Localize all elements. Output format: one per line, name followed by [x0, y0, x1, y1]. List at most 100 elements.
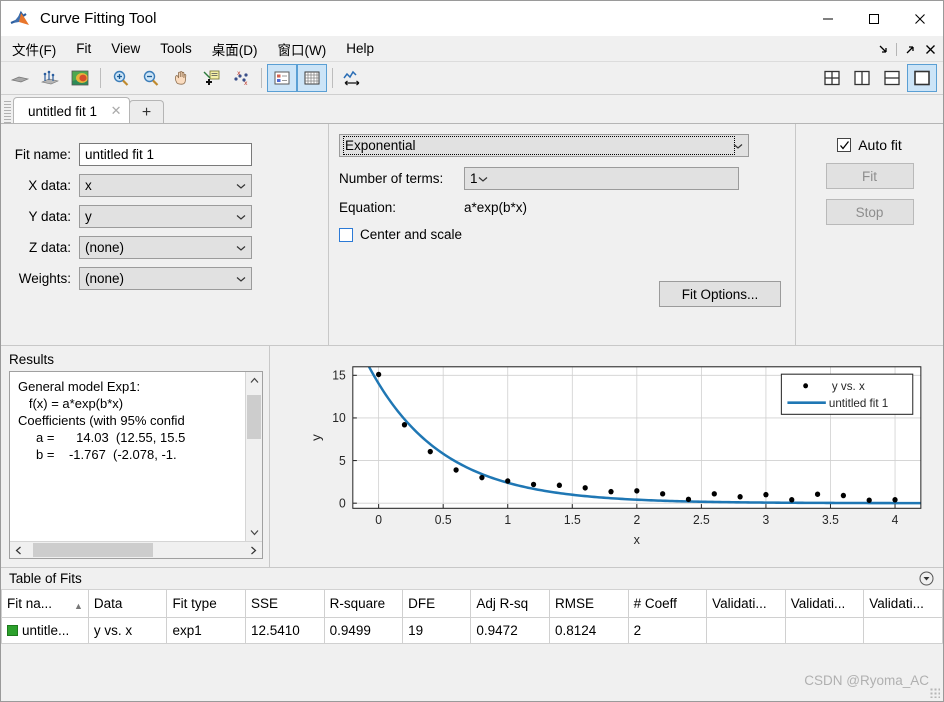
terms-label: Number of terms:: [339, 171, 444, 186]
terms-combo[interactable]: 1: [464, 167, 739, 190]
tab-close-icon[interactable]: ✕: [109, 103, 123, 119]
tab-untitled-fit-1[interactable]: untitled fit 1 ✕: [13, 97, 131, 124]
results-hscroll-thumb[interactable]: [33, 543, 153, 557]
z-data-label: Z data:: [28, 240, 71, 255]
table-cell[interactable]: 0.9499: [323, 616, 404, 644]
results-vscroll-thumb[interactable]: [247, 395, 261, 439]
svg-text:1.5: 1.5: [564, 513, 581, 527]
layout-vertical-icon[interactable]: [848, 65, 876, 91]
contour-plot-icon[interactable]: [66, 65, 94, 91]
weights-combo[interactable]: (none): [79, 267, 252, 290]
fits-column-header[interactable]: # Coeff: [627, 590, 708, 618]
fits-column-header[interactable]: Fit type: [166, 590, 247, 618]
table-cell[interactable]: exp1: [166, 616, 247, 644]
menu-tools[interactable]: Tools: [151, 38, 201, 59]
menu-help[interactable]: Help: [337, 38, 383, 59]
undock-arrow-icon[interactable]: [901, 40, 919, 58]
table-cell[interactable]: 2: [627, 616, 708, 644]
fits-column-header[interactable]: Adj R-sq: [470, 590, 550, 618]
zoom-out-icon[interactable]: [137, 65, 165, 91]
table-cell[interactable]: [784, 616, 865, 644]
table-cell[interactable]: 12.5410: [245, 616, 325, 644]
scroll-up-icon[interactable]: [246, 372, 262, 389]
collapse-icon[interactable]: [919, 571, 935, 587]
minimize-button[interactable]: [805, 1, 851, 36]
data-cursor-icon[interactable]: [197, 65, 225, 91]
svg-text:1: 1: [504, 513, 511, 527]
fits-column-header[interactable]: Validati...: [784, 590, 865, 618]
table-cell[interactable]: untitle...: [1, 616, 89, 644]
scroll-down-icon[interactable]: [246, 524, 262, 541]
pan-hand-icon[interactable]: [167, 65, 195, 91]
terms-value: 1: [470, 171, 478, 186]
window-controls: [805, 1, 943, 36]
y-data-combo[interactable]: y: [79, 205, 252, 228]
fit-type-combo[interactable]: Exponential: [339, 134, 749, 157]
table-cell[interactable]: y vs. x: [87, 616, 168, 644]
svg-text:5: 5: [339, 454, 346, 468]
x-data-value: x: [85, 178, 92, 193]
table-cell[interactable]: 0.8124: [548, 616, 629, 644]
stop-button[interactable]: Stop: [825, 199, 914, 225]
layout-single-icon[interactable]: [907, 64, 937, 92]
tab-bar-grip[interactable]: [4, 101, 11, 123]
scroll-left-icon[interactable]: [10, 542, 27, 558]
center-and-scale-checkbox[interactable]: [339, 227, 353, 242]
fits-table: Fit na... ▲ Data Fit type SSE R-square DFE Adj …: [1, 590, 943, 644]
tab-bar: untitled fit 1 ✕ +: [1, 95, 943, 124]
legend-toggle-icon[interactable]: [267, 64, 297, 92]
resize-grip[interactable]: [930, 688, 940, 698]
table-row[interactable]: untitle... y vs. x exp1 12.5410 0.9499 19 0.94…: [1, 616, 943, 644]
fits-column-header[interactable]: Fit na... ▲: [1, 590, 89, 618]
fit-type-value: Exponential: [343, 136, 735, 155]
fit-options-button[interactable]: Fit Options...: [659, 281, 781, 307]
fit-plot[interactable]: 0 0.5 1 1.5 2 2.5 3 3.5 4 0 5 10 15 x y y vs. x untitle…: [276, 352, 935, 559]
plot-panel[interactable]: 0 0.5 1 1.5 2 2.5 3 3.5 4 0 5 10 15 x y y vs. x untitle…: [269, 346, 943, 567]
panel-close-icon[interactable]: [921, 40, 939, 58]
table-cell[interactable]: 19: [402, 616, 472, 644]
fits-table-header-row: Fit na... ▲ Data Fit type SSE R-square DFE Adj …: [1, 590, 943, 618]
fits-column-header[interactable]: RMSE: [548, 590, 629, 618]
fits-column-header[interactable]: R-square: [323, 590, 404, 618]
chevron-down-icon: [236, 276, 246, 282]
x-data-combo[interactable]: x: [79, 174, 252, 197]
results-vertical-scrollbar[interactable]: [245, 372, 262, 541]
close-button[interactable]: [897, 1, 943, 36]
results-hscroll-track[interactable]: [27, 542, 245, 558]
fits-column-header[interactable]: Validati...: [863, 590, 943, 618]
layout-quad-icon[interactable]: [818, 65, 846, 91]
fits-column-header[interactable]: Validati...: [706, 590, 786, 618]
axis-limits-icon[interactable]: [339, 65, 367, 91]
table-cell[interactable]: 0.9472: [470, 616, 550, 644]
auto-fit-checkbox[interactable]: [837, 138, 852, 152]
auto-fit-row[interactable]: Auto fit: [796, 137, 943, 153]
grid-toggle-icon[interactable]: [297, 64, 327, 92]
table-cell[interactable]: [863, 616, 943, 644]
center-and-scale-row[interactable]: Center and scale: [339, 227, 795, 242]
auto-fit-label: Auto fit: [858, 137, 902, 153]
exclude-outliers-icon[interactable]: x x: [227, 65, 255, 91]
table-cell[interactable]: [706, 616, 786, 644]
results-vscroll-track[interactable]: [246, 389, 262, 524]
fits-column-header[interactable]: Data: [87, 590, 168, 618]
menu-fit[interactable]: Fit: [67, 38, 100, 59]
fit-name-input[interactable]: untitled fit 1: [79, 143, 252, 166]
maximize-button[interactable]: [851, 1, 897, 36]
scroll-right-icon[interactable]: [245, 542, 262, 558]
results-horizontal-scrollbar[interactable]: [10, 541, 262, 558]
layout-horizontal-icon[interactable]: [878, 65, 906, 91]
fits-column-header[interactable]: DFE: [402, 590, 472, 618]
zoom-in-icon[interactable]: [107, 65, 135, 91]
menu-desktop[interactable]: 桌面(D): [203, 36, 267, 62]
menu-window[interactable]: 窗口(W): [269, 36, 336, 62]
menu-file[interactable]: 文件(F): [3, 36, 65, 62]
fit-button[interactable]: Fit: [825, 163, 914, 189]
toolbar: x x: [1, 62, 943, 95]
dock-arrow-icon[interactable]: [874, 40, 892, 58]
menu-view[interactable]: View: [102, 38, 149, 59]
z-data-combo[interactable]: (none): [79, 236, 252, 259]
residuals-plot-icon[interactable]: [36, 65, 64, 91]
fits-column-header[interactable]: SSE: [245, 590, 325, 618]
add-tab-button[interactable]: +: [129, 100, 165, 124]
surface-plot-icon[interactable]: [6, 65, 34, 91]
